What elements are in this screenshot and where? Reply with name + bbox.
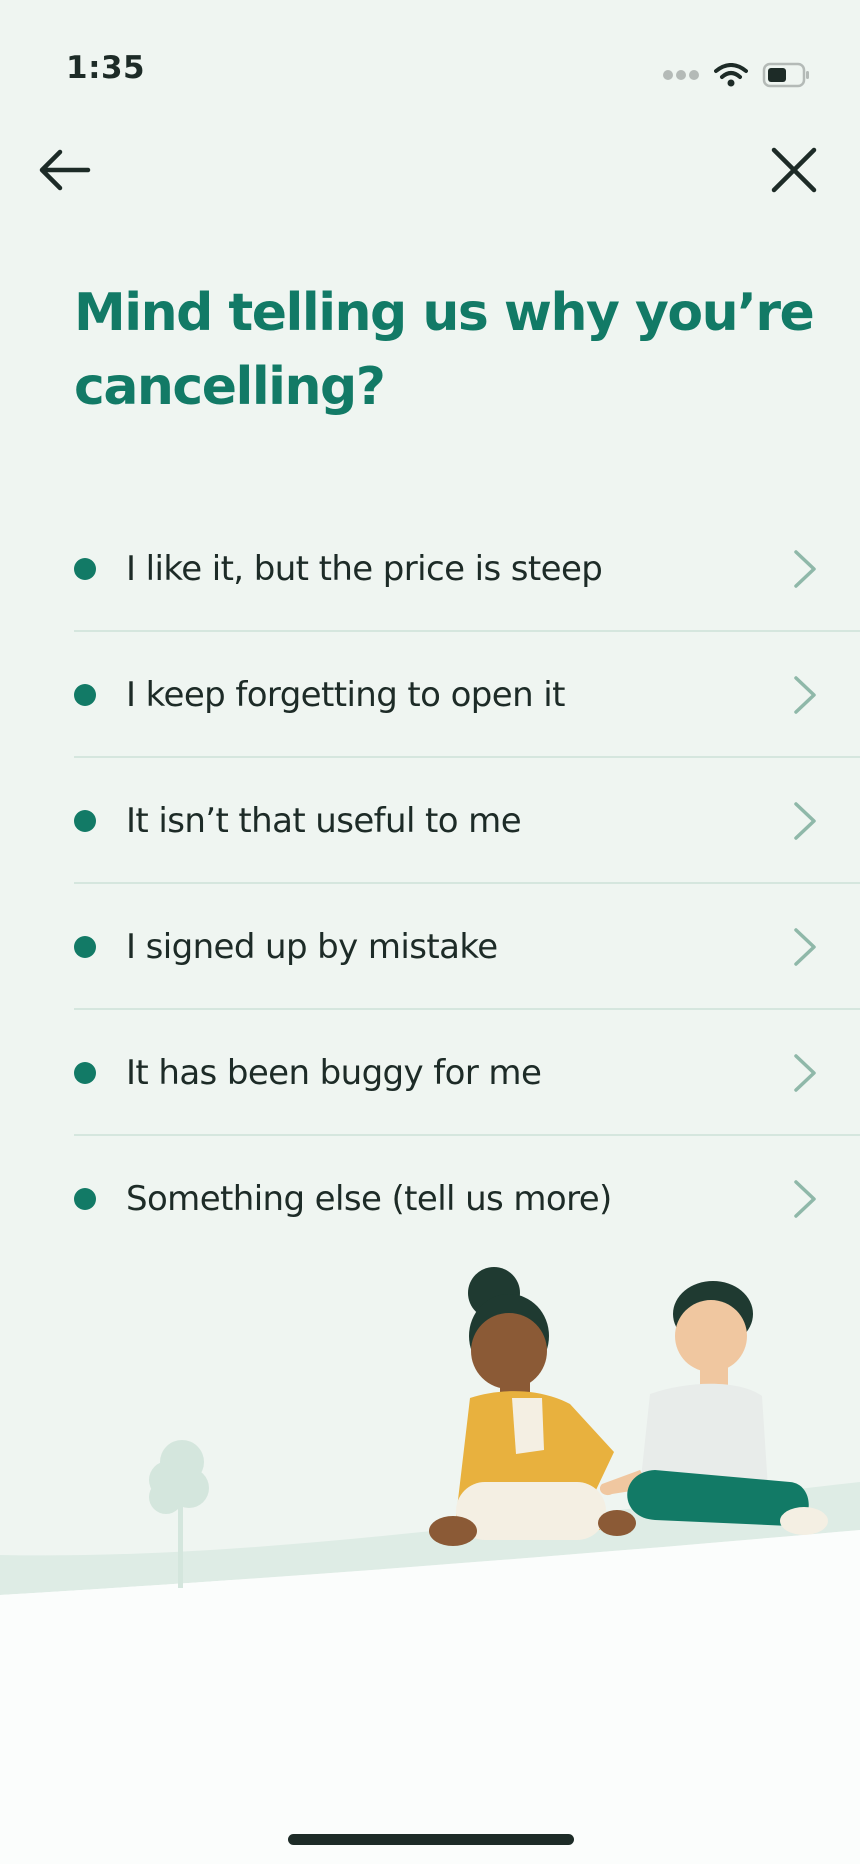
wifi-icon	[714, 63, 748, 87]
cancel-reasons-list: I like it, but the price is steep I keep…	[74, 504, 860, 1260]
chevron-right-icon	[794, 1054, 816, 1092]
bullet-icon	[74, 1062, 96, 1084]
option-label: I like it, but the price is steep	[126, 549, 603, 589]
status-bar: 1:35	[0, 0, 860, 120]
reason-option-mistake[interactable]: I signed up by mistake	[74, 882, 860, 1008]
reason-option-not-useful[interactable]: It isn’t that useful to me	[74, 756, 860, 882]
people-illustration	[0, 1267, 860, 1620]
option-label: It isn’t that useful to me	[126, 801, 522, 841]
back-button[interactable]	[32, 140, 96, 200]
chevron-right-icon	[794, 550, 816, 588]
chevron-right-icon	[794, 1180, 816, 1218]
option-label: I signed up by mistake	[126, 927, 498, 967]
option-label: I keep forgetting to open it	[126, 675, 565, 715]
reason-option-buggy[interactable]: It has been buggy for me	[74, 1008, 860, 1134]
close-button[interactable]	[762, 140, 826, 200]
option-label: It has been buggy for me	[126, 1053, 542, 1093]
person-left	[429, 1267, 636, 1546]
bullet-icon	[74, 684, 96, 706]
page-title: Mind telling us why you’re cancelling?	[74, 283, 815, 417]
bullet-icon	[74, 936, 96, 958]
reason-option-price[interactable]: I like it, but the price is steep	[74, 504, 860, 630]
reason-option-forgetting[interactable]: I keep forgetting to open it	[74, 630, 860, 756]
bullet-icon	[74, 1188, 96, 1210]
arrow-left-icon	[39, 149, 91, 191]
person-right	[599, 1281, 828, 1535]
status-icons	[662, 62, 810, 88]
bullet-icon	[74, 558, 96, 580]
battery-icon	[762, 62, 809, 88]
status-time: 1:35	[66, 50, 146, 86]
home-indicator[interactable]	[288, 1834, 574, 1845]
option-label: Something else (tell us more)	[126, 1179, 612, 1219]
chevron-right-icon	[794, 802, 816, 840]
chevron-right-icon	[794, 928, 816, 966]
chevron-right-icon	[794, 676, 816, 714]
signal-dots-icon	[663, 70, 699, 80]
close-icon	[771, 147, 817, 193]
ground-area	[0, 1580, 860, 1864]
bullet-icon	[74, 810, 96, 832]
